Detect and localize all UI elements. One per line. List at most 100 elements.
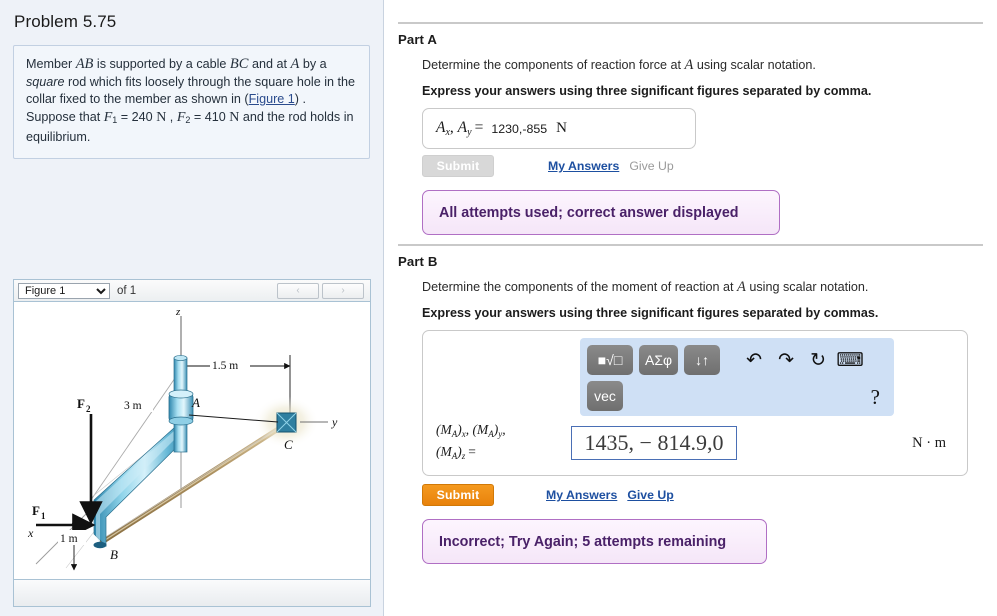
mechanics-diagram: z 1.5 m 3 m A C y x F 2 F 1 1 m B xyxy=(27,306,338,571)
part-b-feedback-banner: Incorrect; Try Again; 5 attempts remaini… xyxy=(422,519,767,564)
dim-3m-label: 3 m xyxy=(124,400,142,412)
part-b-my-answers-link[interactable]: My Answers xyxy=(546,488,617,502)
figure-label-b: B xyxy=(110,547,118,562)
part-b-lhs-comma: , xyxy=(502,422,506,437)
force-f1-label: F xyxy=(32,503,40,518)
template-root-icon[interactable]: ■√□ xyxy=(587,345,633,375)
figure-toolbar: Figure 1 of 1 ‹ › xyxy=(14,280,370,302)
force-f2-sub: 2 xyxy=(86,404,91,414)
statement-emph-square: square xyxy=(26,74,65,89)
part-b-instruction: Express your answers using three signifi… xyxy=(422,306,879,320)
statement-text-4: by a xyxy=(299,57,327,71)
part-a-my-answers-link[interactable]: My Answers xyxy=(548,159,619,173)
figure-count-label: of 1 xyxy=(117,284,137,297)
figure-label-a: A xyxy=(191,395,200,410)
problem-statement: Member AB is supported by a cable BC and… xyxy=(13,45,370,159)
part-b-lhs-eq: = xyxy=(468,444,476,459)
part-b-actions: Submit My Answers Give Up xyxy=(422,484,983,506)
page-title: Problem 5.75 xyxy=(14,12,117,31)
statement-var-f1: F xyxy=(103,109,113,125)
collar-bottom xyxy=(168,416,194,426)
statement-var-a: A xyxy=(290,56,300,72)
keyboard-icon[interactable]: ⌨ xyxy=(834,345,866,375)
figure-label-c: C xyxy=(284,437,293,452)
statement-text-1: Member xyxy=(26,57,76,71)
part-a-body: Determine the components of reaction for… xyxy=(398,57,983,235)
dim-1p5-label: 1.5 m xyxy=(212,360,238,372)
statement-text-2: is supported by a cable xyxy=(93,57,230,71)
vector-icon[interactable]: vec xyxy=(587,381,623,411)
greek-symbols-icon[interactable]: ΑΣφ xyxy=(639,345,679,375)
part-b-prompt: Determine the components of the moment o… xyxy=(422,279,983,295)
problem-panel: Problem 5.75 Member AB is supported by a… xyxy=(0,0,384,616)
member-b-cap xyxy=(93,541,107,549)
part-b-lhs-line1: (MA)x, (MA)y, xyxy=(436,421,571,443)
part-a-lhs-ay-sub: y xyxy=(467,127,472,138)
figure-select[interactable]: Figure 1 xyxy=(18,282,110,299)
part-b-links: My Answers Give Up xyxy=(546,488,674,502)
part-b-body: Determine the components of the moment o… xyxy=(398,279,983,564)
figure-next-button[interactable]: › xyxy=(322,282,364,299)
force-f1-sub: 1 xyxy=(41,511,46,521)
part-b-divider xyxy=(398,244,983,246)
part-a-answer-value[interactable]: 1230,-855 xyxy=(491,122,547,136)
figure-1-link[interactable]: Figure 1 xyxy=(249,92,295,106)
part-b-prompt-var: A xyxy=(737,279,746,295)
part-b-submit-button[interactable]: Submit xyxy=(422,484,494,506)
part-b-unit: N · m xyxy=(912,434,946,451)
figure-nav: ‹ › xyxy=(277,282,366,299)
axis-label-x: x xyxy=(27,526,34,540)
part-b-lhs-ma-z-open: (M xyxy=(436,444,452,459)
dim-1m-label: 1 m xyxy=(60,533,78,545)
figure-prev-button[interactable]: ‹ xyxy=(277,282,319,299)
part-a-prompt-post: using scalar notation. xyxy=(693,58,816,72)
part-b-give-up-link[interactable]: Give Up xyxy=(627,488,673,502)
arrows-updown-icon[interactable]: ↓↑ xyxy=(684,345,721,375)
answer-panel: Part A Determine the components of react… xyxy=(384,0,997,616)
statement-unit-1: N xyxy=(156,109,167,125)
statement-text-7: = 240 xyxy=(117,109,157,124)
redo-icon[interactable]: ↷ xyxy=(770,345,802,375)
part-a-unit: N xyxy=(556,120,567,136)
statement-var-bc: BC xyxy=(229,56,249,72)
part-b-answer-input[interactable]: 1435, − 814.9,0 xyxy=(571,426,737,460)
page-root: Problem 5.75 Member AB is supported by a… xyxy=(0,0,997,616)
part-a-actions: Submit My Answers Give Up xyxy=(422,155,983,177)
part-a-lhs: Ax, Ay = xyxy=(436,119,484,138)
part-a-lhs-ay: A xyxy=(457,119,468,136)
statement-unit-2: N xyxy=(229,109,240,125)
statement-var-ab: AB xyxy=(75,56,94,72)
part-b-prompt-pre: Determine the components of the moment o… xyxy=(422,280,738,294)
part-a-divider xyxy=(398,22,983,24)
figure-canvas: z 1.5 m 3 m A C y x F 2 F 1 1 m B xyxy=(14,302,370,579)
part-b-answer-row: (MA)x, (MA)y, (MA)z = 1435, − 814.9,0 N ·… xyxy=(423,421,967,465)
part-b-lhs-ma-z-sub: z xyxy=(461,451,466,461)
figure-module: Figure 1 of 1 ‹ › z 1.5 m 3 m A C y x F … xyxy=(13,279,371,607)
axis-label-y: y xyxy=(331,415,338,429)
part-a-submit-button: Submit xyxy=(422,155,494,177)
statement-text-9: = 410 xyxy=(190,109,230,124)
part-a-prompt: Determine the components of reaction for… xyxy=(422,57,983,73)
math-toolbar-row-2: vec xyxy=(587,381,894,411)
member-ab-body xyxy=(93,427,187,547)
part-a-give-up-link: Give Up xyxy=(629,159,674,173)
undo-icon[interactable]: ↶ xyxy=(738,345,770,375)
part-a-instruction: Express your answers using three signifi… xyxy=(422,84,872,98)
part-b-heading: Part B xyxy=(398,254,438,269)
part-b-lhs-ma-x-open: (M xyxy=(436,422,452,437)
part-b-lhs-ma-y-open: , (M xyxy=(465,422,489,437)
part-a-prompt-pre: Determine the components of reaction for… xyxy=(422,58,685,72)
part-a-links: My Answers Give Up xyxy=(548,159,674,173)
part-a-feedback-banner: All attempts used; correct answer displa… xyxy=(422,190,780,235)
force-f2-label: F xyxy=(77,396,85,411)
part-b-lhs: (MA)x, (MA)y, (MA)z = xyxy=(436,421,571,465)
part-a-lhs-eq: = xyxy=(474,119,484,136)
part-a-answer-box[interactable]: Ax, Ay = 1230,-855 N xyxy=(422,108,696,149)
reset-icon[interactable]: ↻ xyxy=(802,345,834,375)
square-rod-top-cap xyxy=(173,355,188,361)
part-a-heading: Part A xyxy=(398,32,437,47)
math-toolbar: ■√□ ΑΣφ ↓↑ ↶ ↷ ↻ ⌨ vec ? xyxy=(580,338,894,416)
statement-text-8: , xyxy=(166,109,177,124)
help-icon[interactable]: ? xyxy=(871,385,880,410)
part-b-prompt-post: using scalar notation. xyxy=(745,280,869,294)
